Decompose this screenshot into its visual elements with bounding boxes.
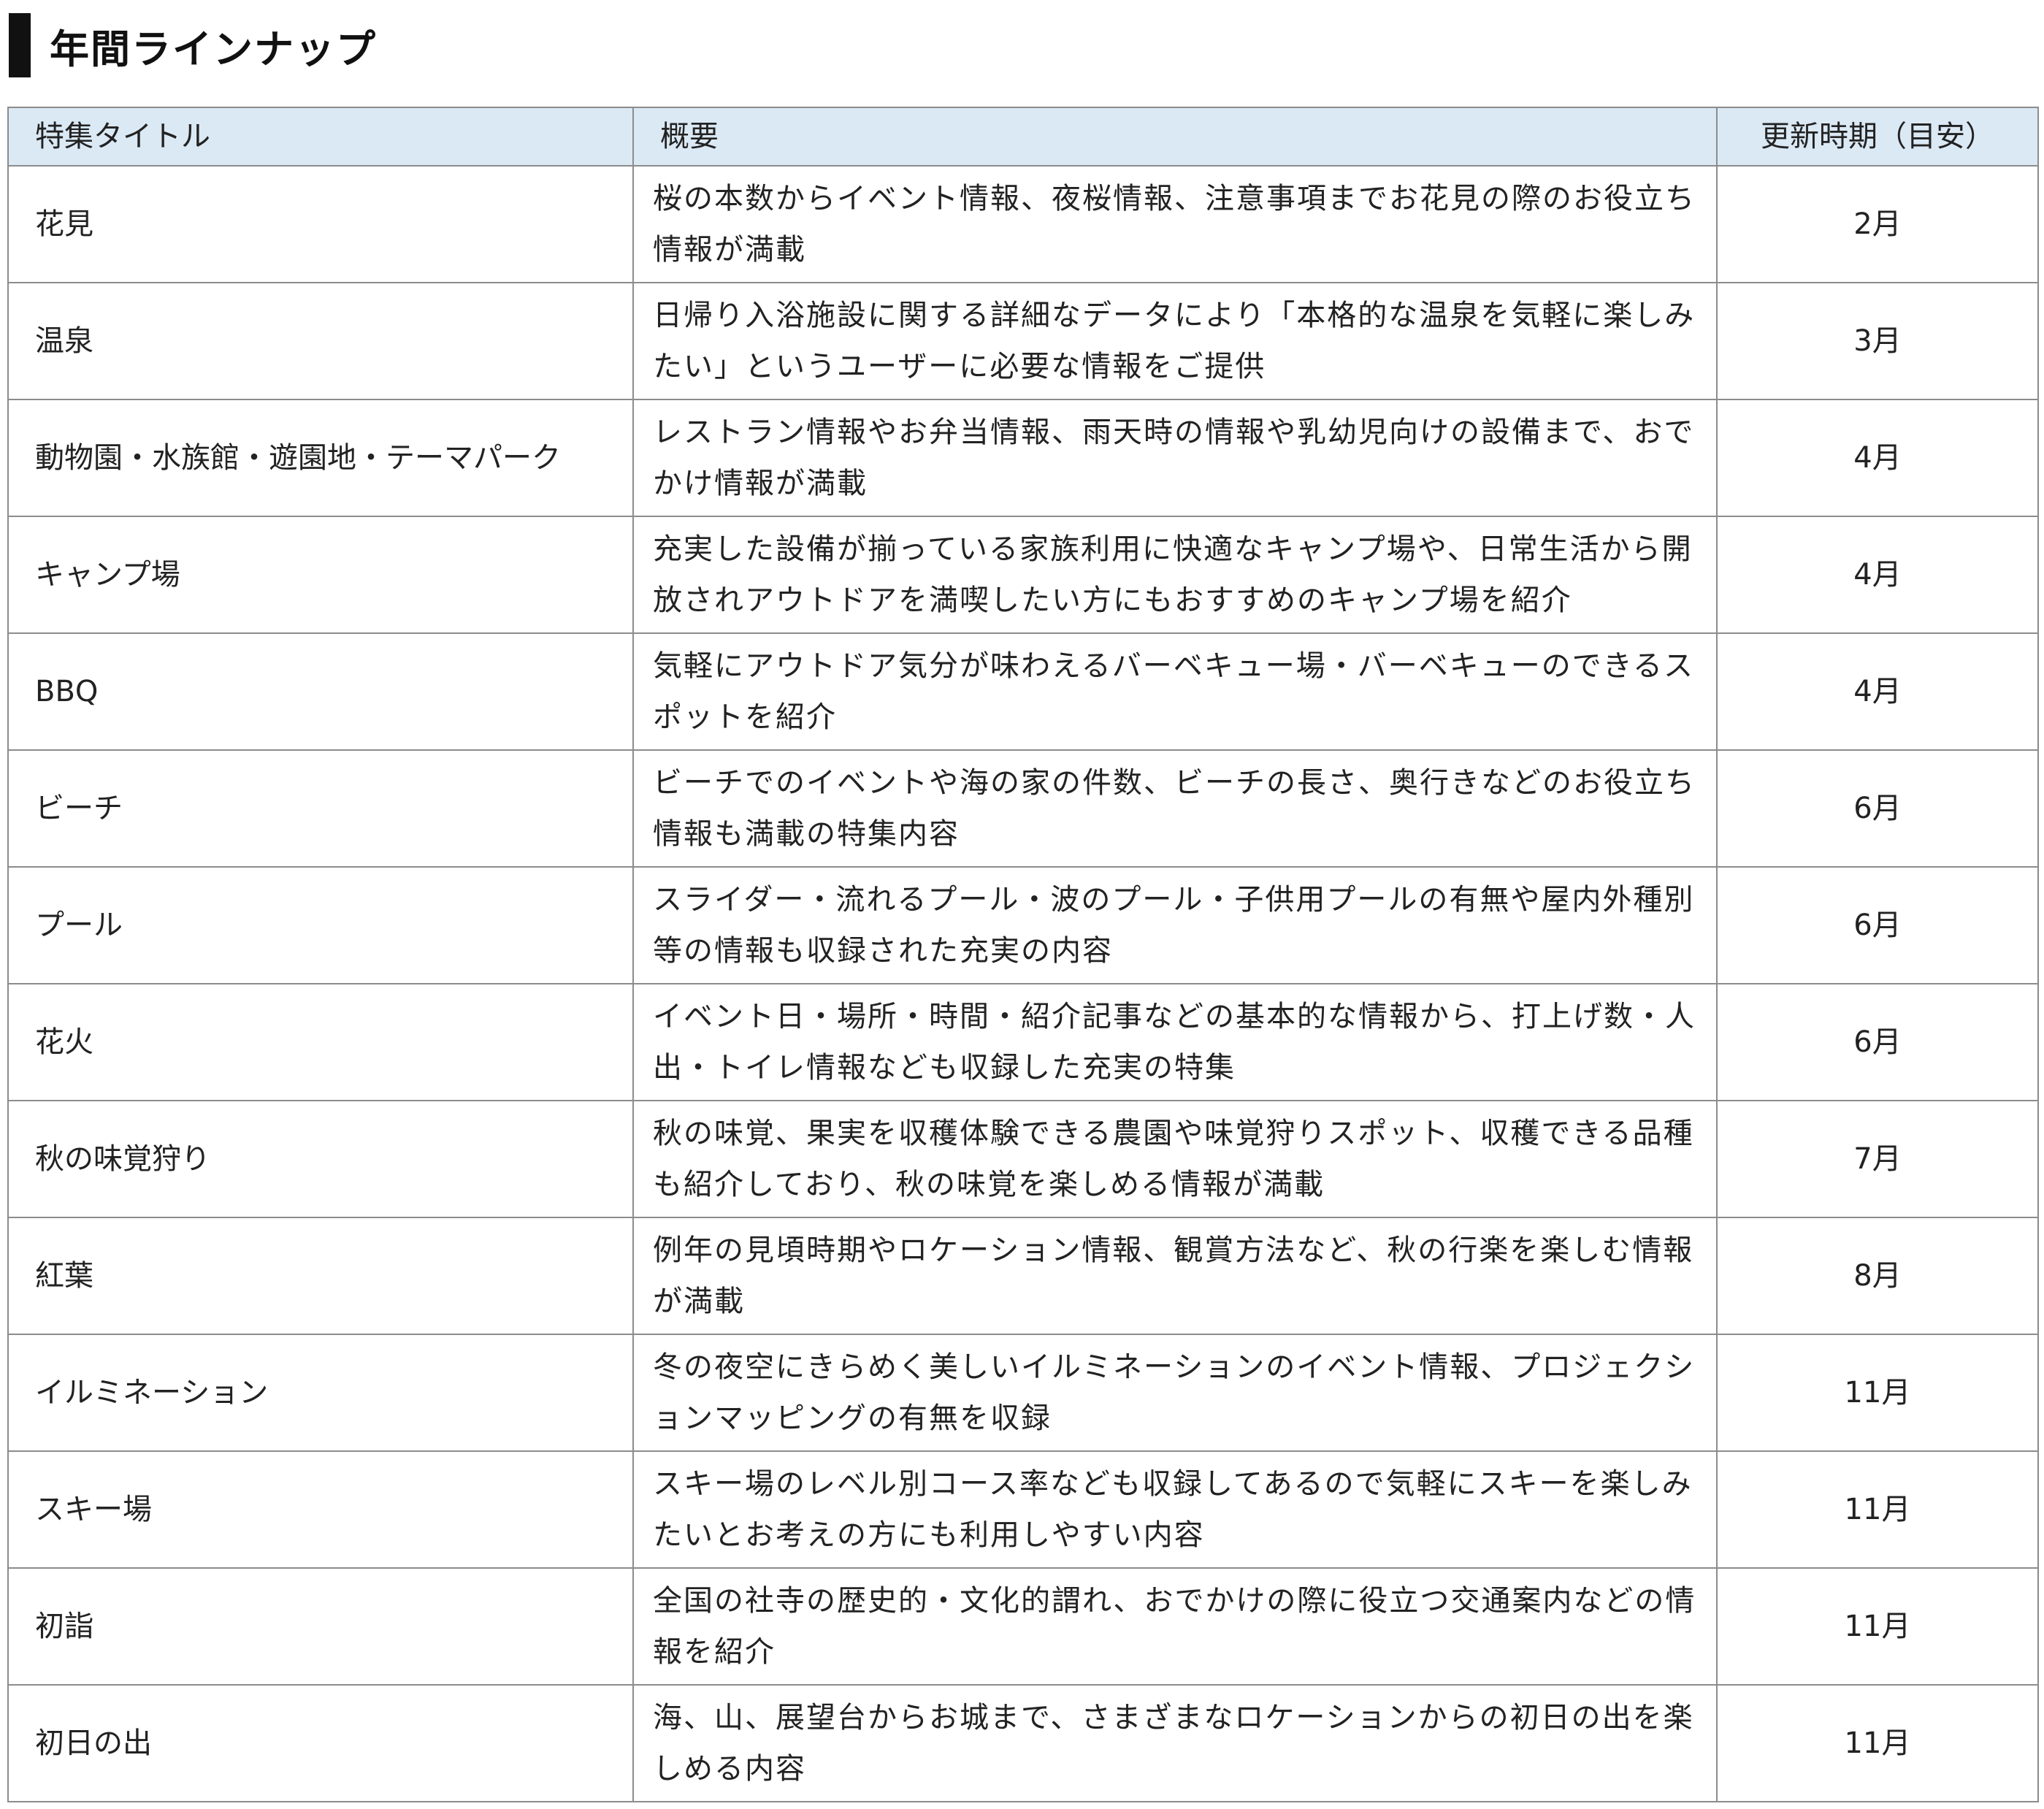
- row-summary: ビーチでのイベントや海の家の件数、ビーチの長さ、奥行きなどのお役立ち情報も満載の…: [632, 749, 1718, 868]
- table-row: 初日の出 海、山、展望台からお城まで、さまざまなロケーションからの初日の出を楽し…: [7, 1684, 2039, 1802]
- row-summary: イベント日・場所・時間・紹介記事などの基本的な情報から、打上げ数・人出・トイレ情…: [632, 983, 1718, 1101]
- row-title: プール: [7, 866, 634, 984]
- row-summary: スライダー・流れるプール・波のプール・子供用プールの有無や屋内外種別等の情報も収…: [632, 866, 1718, 984]
- row-title: 初日の出: [7, 1684, 634, 1802]
- row-title: BBQ: [7, 632, 634, 751]
- row-period: 7月: [1716, 1100, 2039, 1218]
- table-row: 紅葉 例年の見頃時期やロケーション情報、観賞方法など、秋の行楽を楽しむ情報が満載…: [7, 1217, 2039, 1335]
- header-row: 特集タイトル 概要 更新時期（目安）: [7, 107, 2039, 167]
- row-period: 11月: [1716, 1684, 2039, 1802]
- row-title: ビーチ: [7, 749, 634, 868]
- row-period: 11月: [1716, 1450, 2039, 1569]
- table-header: 特集タイトル 概要 更新時期（目安）: [7, 107, 2039, 167]
- row-title: スキー場: [7, 1450, 634, 1569]
- row-summary: 海、山、展望台からお城まで、さまざまなロケーションからの初日の出を楽しめる内容: [632, 1684, 1718, 1802]
- row-title: 紅葉: [7, 1217, 634, 1335]
- row-title: イルミネーション: [7, 1334, 634, 1452]
- table-row: 初詣 全国の社寺の歴史的・文化的謂れ、おでかけの際に役立つ交通案内などの情報を紹…: [7, 1567, 2039, 1686]
- column-header-title: 特集タイトル: [7, 107, 634, 167]
- column-header-period: 更新時期（目安）: [1716, 107, 2039, 167]
- table-row: キャンプ場 充実した設備が揃っている家族利用に快適なキャンプ場や、日常生活から開…: [7, 516, 2039, 634]
- row-summary: 秋の味覚、果実を収穫体験できる農園や味覚狩りスポット、収穫できる品種も紹介してお…: [632, 1100, 1718, 1218]
- row-summary: 全国の社寺の歴史的・文化的謂れ、おでかけの際に役立つ交通案内などの情報を紹介: [632, 1567, 1718, 1686]
- row-title: 花火: [7, 983, 634, 1101]
- table-row: 花火 イベント日・場所・時間・紹介記事などの基本的な情報から、打上げ数・人出・ト…: [7, 983, 2039, 1101]
- row-period: 11月: [1716, 1334, 2039, 1452]
- row-period: 6月: [1716, 866, 2039, 984]
- table-row: 動物園・水族館・遊園地・テーマパーク レストラン情報やお弁当情報、雨天時の情報や…: [7, 399, 2039, 517]
- row-period: 4月: [1716, 516, 2039, 634]
- table-row: プール スライダー・流れるプール・波のプール・子供用プールの有無や屋内外種別等の…: [7, 866, 2039, 984]
- row-title: 花見: [7, 165, 634, 283]
- row-summary: 日帰り入浴施設に関する詳細なデータにより「本格的な温泉を気軽に楽しみたい」という…: [632, 282, 1718, 400]
- lineup-table: 特集タイトル 概要 更新時期（目安） 花見 桜の本数からイベント情報、夜桜情報、…: [7, 107, 2039, 1802]
- heading-accent-bar: [9, 13, 31, 77]
- section-heading: 年間ラインナップ: [9, 13, 377, 77]
- row-summary: レストラン情報やお弁当情報、雨天時の情報や乳幼児向けの設備まで、おでかけ情報が満…: [632, 399, 1718, 517]
- row-period: 4月: [1716, 399, 2039, 517]
- table-row: イルミネーション 冬の夜空にきらめく美しいイルミネーションのイベント情報、プロジ…: [7, 1334, 2039, 1452]
- table-row: BBQ 気軽にアウトドア気分が味わえるバーベキュー場・バーベキューのできるスポッ…: [7, 632, 2039, 751]
- row-summary: 気軽にアウトドア気分が味わえるバーベキュー場・バーベキューのできるスポットを紹介: [632, 632, 1718, 751]
- table-row: 秋の味覚狩り 秋の味覚、果実を収穫体験できる農園や味覚狩りスポット、収穫できる品…: [7, 1100, 2039, 1218]
- row-title: 温泉: [7, 282, 634, 400]
- row-summary: 冬の夜空にきらめく美しいイルミネーションのイベント情報、プロジェクションマッピン…: [632, 1334, 1718, 1452]
- row-summary: 桜の本数からイベント情報、夜桜情報、注意事項までお花見の際のお役立ち情報が満載: [632, 165, 1718, 283]
- page-title: 年間ラインナップ: [50, 26, 377, 72]
- table-row: 花見 桜の本数からイベント情報、夜桜情報、注意事項までお花見の際のお役立ち情報が…: [7, 165, 2039, 283]
- row-period: 2月: [1716, 165, 2039, 283]
- row-title: 初詣: [7, 1567, 634, 1686]
- column-header-summary: 概要: [632, 107, 1718, 167]
- row-summary: 充実した設備が揃っている家族利用に快適なキャンプ場や、日常生活から開放されアウト…: [632, 516, 1718, 634]
- row-summary: 例年の見頃時期やロケーション情報、観賞方法など、秋の行楽を楽しむ情報が満載: [632, 1217, 1718, 1335]
- row-title: 動物園・水族館・遊園地・テーマパーク: [7, 399, 634, 517]
- row-period: 11月: [1716, 1567, 2039, 1686]
- table-row: ビーチ ビーチでのイベントや海の家の件数、ビーチの長さ、奥行きなどのお役立ち情報…: [7, 749, 2039, 868]
- page: 年間ラインナップ 特集タイトル 概要 更新時期（目安） 花見 桜の本数からイベン…: [0, 0, 2044, 1809]
- row-period: 3月: [1716, 282, 2039, 400]
- table-row: スキー場 スキー場のレベル別コース率なども収録してあるので気軽にスキーを楽しみた…: [7, 1450, 2039, 1569]
- row-period: 4月: [1716, 632, 2039, 751]
- row-summary: スキー場のレベル別コース率なども収録してあるので気軽にスキーを楽しみたいとお考え…: [632, 1450, 1718, 1569]
- row-title: キャンプ場: [7, 516, 634, 634]
- row-title: 秋の味覚狩り: [7, 1100, 634, 1218]
- row-period: 6月: [1716, 983, 2039, 1101]
- row-period: 8月: [1716, 1217, 2039, 1335]
- row-period: 6月: [1716, 749, 2039, 868]
- table-body: 花見 桜の本数からイベント情報、夜桜情報、注意事項までお花見の際のお役立ち情報が…: [7, 165, 2039, 1802]
- table-row: 温泉 日帰り入浴施設に関する詳細なデータにより「本格的な温泉を気軽に楽しみたい」…: [7, 282, 2039, 400]
